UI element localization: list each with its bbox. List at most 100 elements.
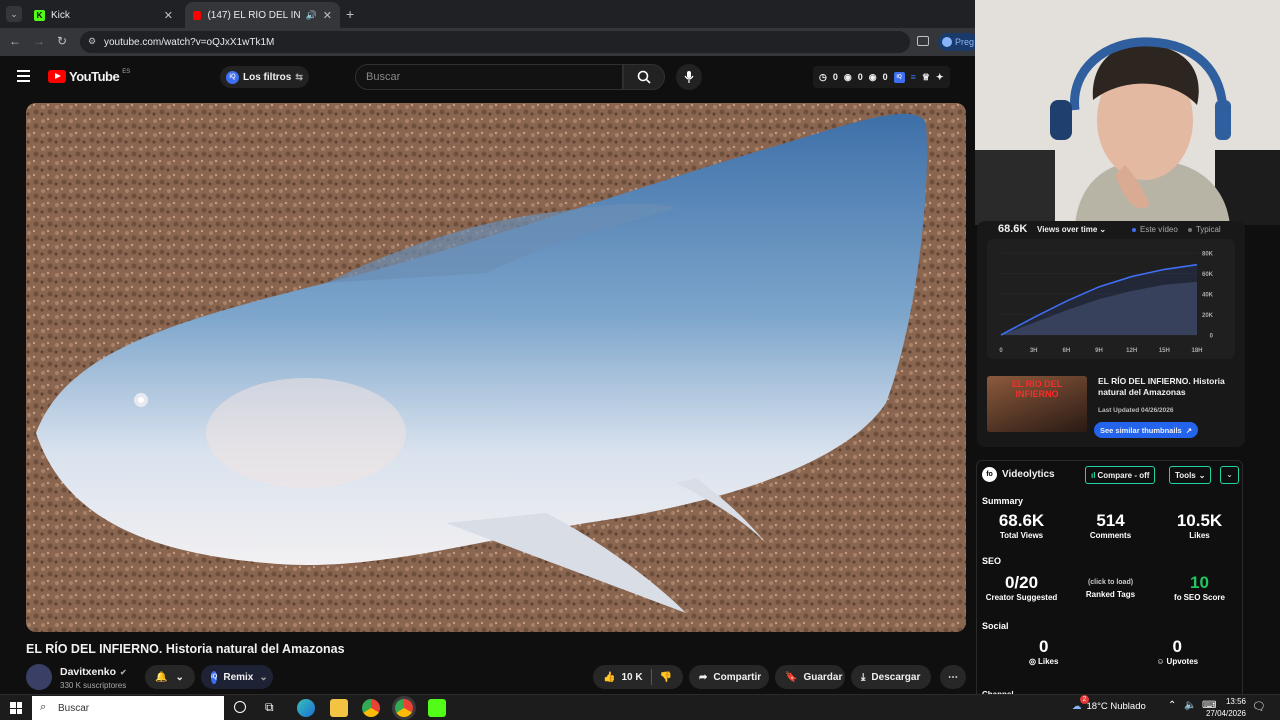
speaker-icon[interactable]: 🔊 [306, 10, 317, 21]
task-view-icon[interactable]: ⧉ [265, 700, 274, 715]
views-total: 68.6K [998, 223, 1028, 235]
thumbnail-text: EL RÍO DEL INFIERNO [1011, 379, 1063, 399]
chrome-active-icon[interactable] [395, 699, 413, 717]
y-tick-label: 0 [1210, 334, 1214, 340]
download-button[interactable]: ⤓ Descargar [851, 665, 931, 689]
iq-icon[interactable]: iQ [893, 71, 905, 83]
compare-label: Compare - off [1097, 470, 1150, 480]
tray-chevron-icon[interactable]: ⌃ [1168, 700, 1176, 711]
search-button[interactable] [623, 64, 665, 90]
stat-label: Total Views [999, 531, 1044, 540]
menu-icon[interactable] [17, 70, 30, 82]
x-tick-label: 18H [1191, 348, 1202, 354]
save-button[interactable]: 🔖 Guardar [775, 665, 845, 689]
sparkle-icon[interactable]: ✦ [936, 72, 944, 83]
videolytics-logo-icon: fo [982, 467, 997, 482]
seo-ranked-tags[interactable]: (click to load) Ranked Tags [1066, 573, 1155, 602]
channel-avatar[interactable] [26, 664, 52, 690]
taskbar-search-input[interactable]: ⌕ Buscar [32, 696, 224, 720]
youtube-header: YouTube ES iQ Los filtros ⇆ Buscar ◷ 0 ◉ 0… [0, 56, 975, 98]
stat-comments: 514 Comments [1066, 511, 1155, 540]
likes-icon: ◎ [1029, 657, 1036, 666]
views-over-time-dropdown[interactable]: Views over time ⌄ [1037, 225, 1106, 234]
tab-search-button[interactable]: ⌄ [6, 6, 22, 22]
voice-search-button[interactable] [676, 64, 702, 90]
speaker-icon[interactable]: 🔈 [1184, 700, 1196, 711]
youtube-logo[interactable]: YouTube ES [48, 69, 130, 84]
back-icon[interactable]: ← [9, 34, 21, 48]
url-input[interactable]: ⚙ youtube.com/watch?v=oQJxX1wTk1M [80, 31, 910, 53]
thumbs-up-icon[interactable]: 👍 [603, 672, 615, 683]
similar-thumbnails-label: See similar thumbnails [1100, 425, 1182, 435]
channel-name[interactable]: Davitxenko [60, 666, 116, 678]
search-placeholder: Buscar [366, 71, 401, 83]
site-info-icon[interactable]: ⚙ [88, 36, 96, 47]
similar-thumbnails-button[interactable]: See similar thumbnails ↗ [1094, 422, 1198, 438]
edge-icon[interactable] [297, 699, 315, 717]
trophy-icon[interactable]: ♕ [922, 72, 930, 83]
youtube-play-icon [48, 70, 66, 83]
x-tick-label: 12H [1126, 348, 1137, 354]
profile-chip[interactable]: Preg [938, 33, 978, 51]
stat-label: Likes [1038, 657, 1059, 666]
eye-icon: ◉ [843, 71, 852, 82]
tab-kick[interactable]: K Kick ✕ [26, 2, 181, 28]
video-title: EL RÍO DEL INFIERNO. Historia natural de… [26, 642, 345, 656]
chevron-down-icon: ⌄ [259, 671, 268, 683]
social-likes-label-row: ◎ Likes [977, 657, 1111, 666]
tab-label: Kick [51, 9, 70, 21]
filters-button[interactable]: iQ Los filtros ⇆ [220, 66, 309, 88]
collapse-button[interactable]: ⌄ [1220, 466, 1239, 484]
remix-button[interactable]: iQ Remix ⌄ [201, 665, 273, 689]
videolytics-logo-icon: fo [1174, 593, 1182, 602]
close-icon[interactable]: ✕ [164, 9, 173, 22]
video-player[interactable] [26, 103, 966, 632]
legend-dot-typical [1187, 227, 1192, 232]
series-area-this-video [1001, 264, 1197, 335]
video-thumbnail[interactable]: EL RÍO DEL INFIERNO [987, 376, 1087, 432]
thumbnail-title: EL RÍO DEL INFIERNO. Historia natural de… [1098, 376, 1225, 398]
seo-creator-suggested: 0/20 Creator Suggested [977, 573, 1066, 602]
chevron-down-icon: ⌄ [1226, 470, 1233, 479]
reddit-icon: ☺ [1156, 657, 1165, 666]
cortana-icon[interactable] [234, 701, 246, 713]
windows-start-icon[interactable] [10, 702, 22, 714]
cast-icon[interactable] [917, 36, 929, 46]
kick-app-icon[interactable] [428, 699, 446, 717]
search-icon [637, 70, 651, 84]
list-icon[interactable]: ≡ [911, 72, 916, 82]
legend-dot-this [1132, 227, 1136, 232]
verified-icon: ✔ [120, 667, 127, 677]
file-explorer-icon[interactable] [330, 699, 348, 717]
microphone-icon [684, 71, 694, 83]
ranked-tags-hint[interactable]: (click to load) [1066, 579, 1155, 586]
more-actions-button[interactable]: ⋯ [940, 665, 966, 689]
stat-likes: 10.5K Likes [1155, 511, 1244, 540]
tab-youtube[interactable]: (147) EL RÍO DEL INFIERNO 🔊 ✕ [185, 2, 340, 28]
views-dropdown-label: Views over time [1037, 225, 1098, 234]
chrome-icon[interactable] [362, 699, 380, 717]
tools-label: Tools [1175, 470, 1196, 480]
summary-stats: 68.6K Total Views 514 Comments 10.5K Lik… [977, 511, 1244, 540]
compare-toggle[interactable]: ıl Compare - off [1085, 466, 1156, 484]
notifications-icon[interactable]: 🗨 [1252, 700, 1266, 713]
new-tab-button[interactable]: + [346, 6, 354, 22]
chart-legend: Este vídeo Typical [1132, 225, 1221, 234]
share-button[interactable]: ➦ Compartir [689, 665, 769, 689]
search-input[interactable]: Buscar [355, 64, 623, 90]
bell-icon: 🔔 [155, 671, 168, 683]
like-count[interactable]: 10 K [621, 672, 642, 683]
seo-stats: 0/20 Creator Suggested (click to load) R… [977, 573, 1244, 602]
taskbar-clock[interactable]: 13:56 27/04/2026 [1200, 696, 1246, 720]
reload-icon[interactable]: ↻ [57, 34, 67, 48]
channel-name-row[interactable]: Davitxenko ✔ [60, 666, 127, 678]
close-icon[interactable]: ✕ [323, 9, 332, 22]
tools-dropdown[interactable]: Tools ⌄ [1169, 466, 1212, 484]
social-heading: Social [982, 621, 1009, 631]
thumbs-down-icon[interactable]: 👎 [660, 672, 672, 683]
youtube-icon [193, 10, 202, 20]
notification-bell-button[interactable]: 🔔 ⌄ [145, 665, 195, 689]
videolytics-brand: fo Videolytics [982, 467, 1055, 482]
counter-2: 0 [857, 72, 863, 82]
forward-icon[interactable]: → [33, 34, 45, 48]
